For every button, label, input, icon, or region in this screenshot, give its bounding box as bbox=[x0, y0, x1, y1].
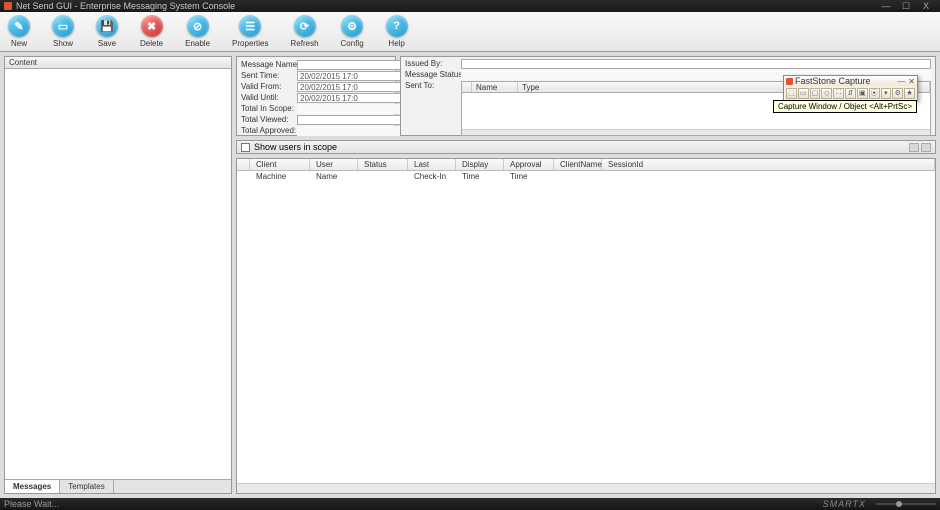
valid-until-label: Valid Until: bbox=[241, 93, 297, 102]
faststone-tooltip: Capture Window / Object <Alt+PrtSc> bbox=[773, 100, 917, 113]
enable-button[interactable]: ⊘Enable bbox=[185, 15, 210, 48]
sent-to-label: Sent To: bbox=[405, 81, 461, 90]
zoom-slider[interactable] bbox=[876, 503, 936, 505]
new-button[interactable]: ✎New bbox=[8, 15, 30, 48]
users-col-client-machine[interactable]: Client Machine bbox=[250, 159, 310, 170]
valid-until-field[interactable]: 20/02/2015 17:0 bbox=[297, 93, 404, 103]
window-title: Net Send GUI - Enterprise Messaging Syst… bbox=[16, 1, 876, 11]
fs-screen-recorder-icon[interactable]: ⦿ bbox=[869, 88, 880, 99]
faststone-close[interactable]: ✕ bbox=[908, 77, 915, 86]
scope-bar: Show users in scope bbox=[236, 140, 936, 154]
minimize-button[interactable]: — bbox=[876, 1, 896, 11]
issued-by-label: Issued By: bbox=[405, 59, 461, 68]
users-col-status[interactable]: Status bbox=[358, 159, 408, 170]
statusbar: Please Wait... SMARTX bbox=[0, 498, 940, 510]
scope-expand-icon[interactable] bbox=[921, 143, 931, 152]
fs-capture-fixed-icon[interactable]: ▣ bbox=[857, 88, 868, 99]
help-button[interactable]: ?Help bbox=[386, 15, 408, 48]
tab-templates[interactable]: Templates bbox=[60, 480, 113, 493]
users-col-display-time[interactable]: Display Time bbox=[456, 159, 504, 170]
refresh-icon: ⟳ bbox=[294, 15, 316, 37]
fs-capture-fullscreen-icon[interactable]: ⛶ bbox=[833, 88, 844, 99]
sent-to-col-name[interactable]: Name bbox=[472, 82, 518, 92]
app-window: Net Send GUI - Enterprise Messaging Syst… bbox=[0, 0, 940, 510]
show-icon: ▭ bbox=[52, 15, 74, 37]
sent-to-col-selector[interactable] bbox=[462, 82, 472, 92]
users-col-approval-time[interactable]: Approval Time bbox=[504, 159, 554, 170]
message-details-left: Message Name: Sent Time: 20/02/2015 17:0… bbox=[236, 56, 396, 136]
sent-to-grid-footer bbox=[462, 129, 930, 135]
refresh-button[interactable]: ⟳Refresh bbox=[291, 15, 319, 48]
users-grid-header: Client Machine User Name Status Last Che… bbox=[237, 159, 935, 171]
main-area: Content Messages Templates Message Name:… bbox=[0, 52, 940, 498]
delete-icon: ✖ bbox=[141, 15, 163, 37]
app-icon bbox=[4, 2, 12, 10]
valid-from-label: Valid From: bbox=[241, 82, 297, 91]
sent-time-label: Sent Time: bbox=[241, 71, 297, 80]
total-approved-label: Total Approved: bbox=[241, 126, 297, 135]
fs-capture-freehand-icon[interactable]: ◇ bbox=[821, 88, 832, 99]
users-col-user-name[interactable]: User Name bbox=[310, 159, 358, 170]
total-viewed-label: Total Viewed: bbox=[241, 115, 297, 124]
show-users-label: Show users in scope bbox=[254, 142, 337, 152]
faststone-icon bbox=[786, 78, 793, 85]
content-list[interactable] bbox=[5, 69, 231, 479]
new-icon: ✎ bbox=[8, 15, 30, 37]
message-name-field[interactable] bbox=[297, 60, 413, 70]
show-button[interactable]: ▭Show bbox=[52, 15, 74, 48]
fs-favorites-icon[interactable]: ★ bbox=[904, 88, 915, 99]
fs-output-icon[interactable]: ▾ bbox=[881, 88, 892, 99]
titlebar: Net Send GUI - Enterprise Messaging Syst… bbox=[0, 0, 940, 12]
total-viewed-field[interactable] bbox=[297, 115, 413, 125]
faststone-minimize[interactable]: — bbox=[897, 77, 905, 86]
issued-by-field[interactable] bbox=[461, 59, 931, 69]
users-col-selector[interactable] bbox=[237, 159, 250, 170]
total-approved-value bbox=[297, 126, 413, 136]
valid-from-field[interactable]: 20/02/2015 17:0 bbox=[297, 82, 404, 92]
total-in-scope-label: Total In Scope: bbox=[241, 104, 297, 113]
faststone-window[interactable]: FastStone Capture — ✕ ⬚ ▭ ▢ ◇ ⛶ ⇵ ▣ ⦿ ▾ … bbox=[783, 75, 918, 101]
delete-button[interactable]: ✖Delete bbox=[140, 15, 163, 48]
properties-icon: ☰ bbox=[239, 15, 261, 37]
close-button[interactable]: X bbox=[916, 1, 936, 11]
fs-capture-active-window-icon[interactable]: ⬚ bbox=[786, 88, 797, 99]
faststone-toolbar: ⬚ ▭ ▢ ◇ ⛶ ⇵ ▣ ⦿ ▾ ⚙ ★ bbox=[784, 86, 917, 100]
faststone-title: FastStone Capture bbox=[795, 76, 871, 86]
fs-capture-rect-icon[interactable]: ▢ bbox=[810, 88, 821, 99]
tab-messages[interactable]: Messages bbox=[5, 480, 60, 493]
content-header: Content bbox=[5, 57, 231, 69]
left-tabs: Messages Templates bbox=[5, 479, 231, 493]
brand-label: SMARTX bbox=[823, 499, 866, 509]
scope-collapse-icon[interactable] bbox=[909, 143, 919, 152]
users-grid[interactable]: Client Machine User Name Status Last Che… bbox=[236, 158, 936, 494]
maximize-button[interactable]: ☐ bbox=[896, 1, 916, 12]
message-status-label: Message Status: bbox=[405, 70, 461, 79]
config-button[interactable]: ⚙Config bbox=[341, 15, 364, 48]
show-users-checkbox[interactable] bbox=[241, 143, 250, 152]
users-col-last-checkin[interactable]: Last Check-In bbox=[408, 159, 456, 170]
status-text: Please Wait... bbox=[4, 499, 59, 509]
right-pane: Message Name: Sent Time: 20/02/2015 17:0… bbox=[236, 56, 936, 494]
total-in-scope-value bbox=[297, 104, 413, 114]
properties-button[interactable]: ☰Properties bbox=[232, 15, 268, 48]
fs-capture-scroll-icon[interactable]: ⇵ bbox=[845, 88, 856, 99]
help-icon: ? bbox=[386, 15, 408, 37]
enable-icon: ⊘ bbox=[187, 15, 209, 37]
left-pane: Content Messages Templates bbox=[4, 56, 232, 494]
users-grid-body[interactable] bbox=[237, 171, 935, 483]
toolbar: ✎New ▭Show 💾Save ✖Delete ⊘Enable ☰Proper… bbox=[0, 12, 940, 52]
sent-time-field[interactable]: 20/02/2015 17:0 bbox=[297, 71, 404, 81]
users-col-session-id[interactable]: SessionId bbox=[602, 159, 935, 170]
fs-settings-icon[interactable]: ⚙ bbox=[892, 88, 903, 99]
message-name-label: Message Name: bbox=[241, 60, 297, 69]
save-icon: 💾 bbox=[96, 15, 118, 37]
save-button[interactable]: 💾Save bbox=[96, 15, 118, 48]
faststone-titlebar[interactable]: FastStone Capture — ✕ bbox=[784, 76, 917, 86]
users-grid-footer bbox=[237, 483, 935, 493]
fs-capture-window-icon[interactable]: ▭ bbox=[798, 88, 809, 99]
users-col-client-name[interactable]: ClientName bbox=[554, 159, 602, 170]
zoom-knob[interactable] bbox=[896, 501, 902, 507]
config-icon: ⚙ bbox=[341, 15, 363, 37]
